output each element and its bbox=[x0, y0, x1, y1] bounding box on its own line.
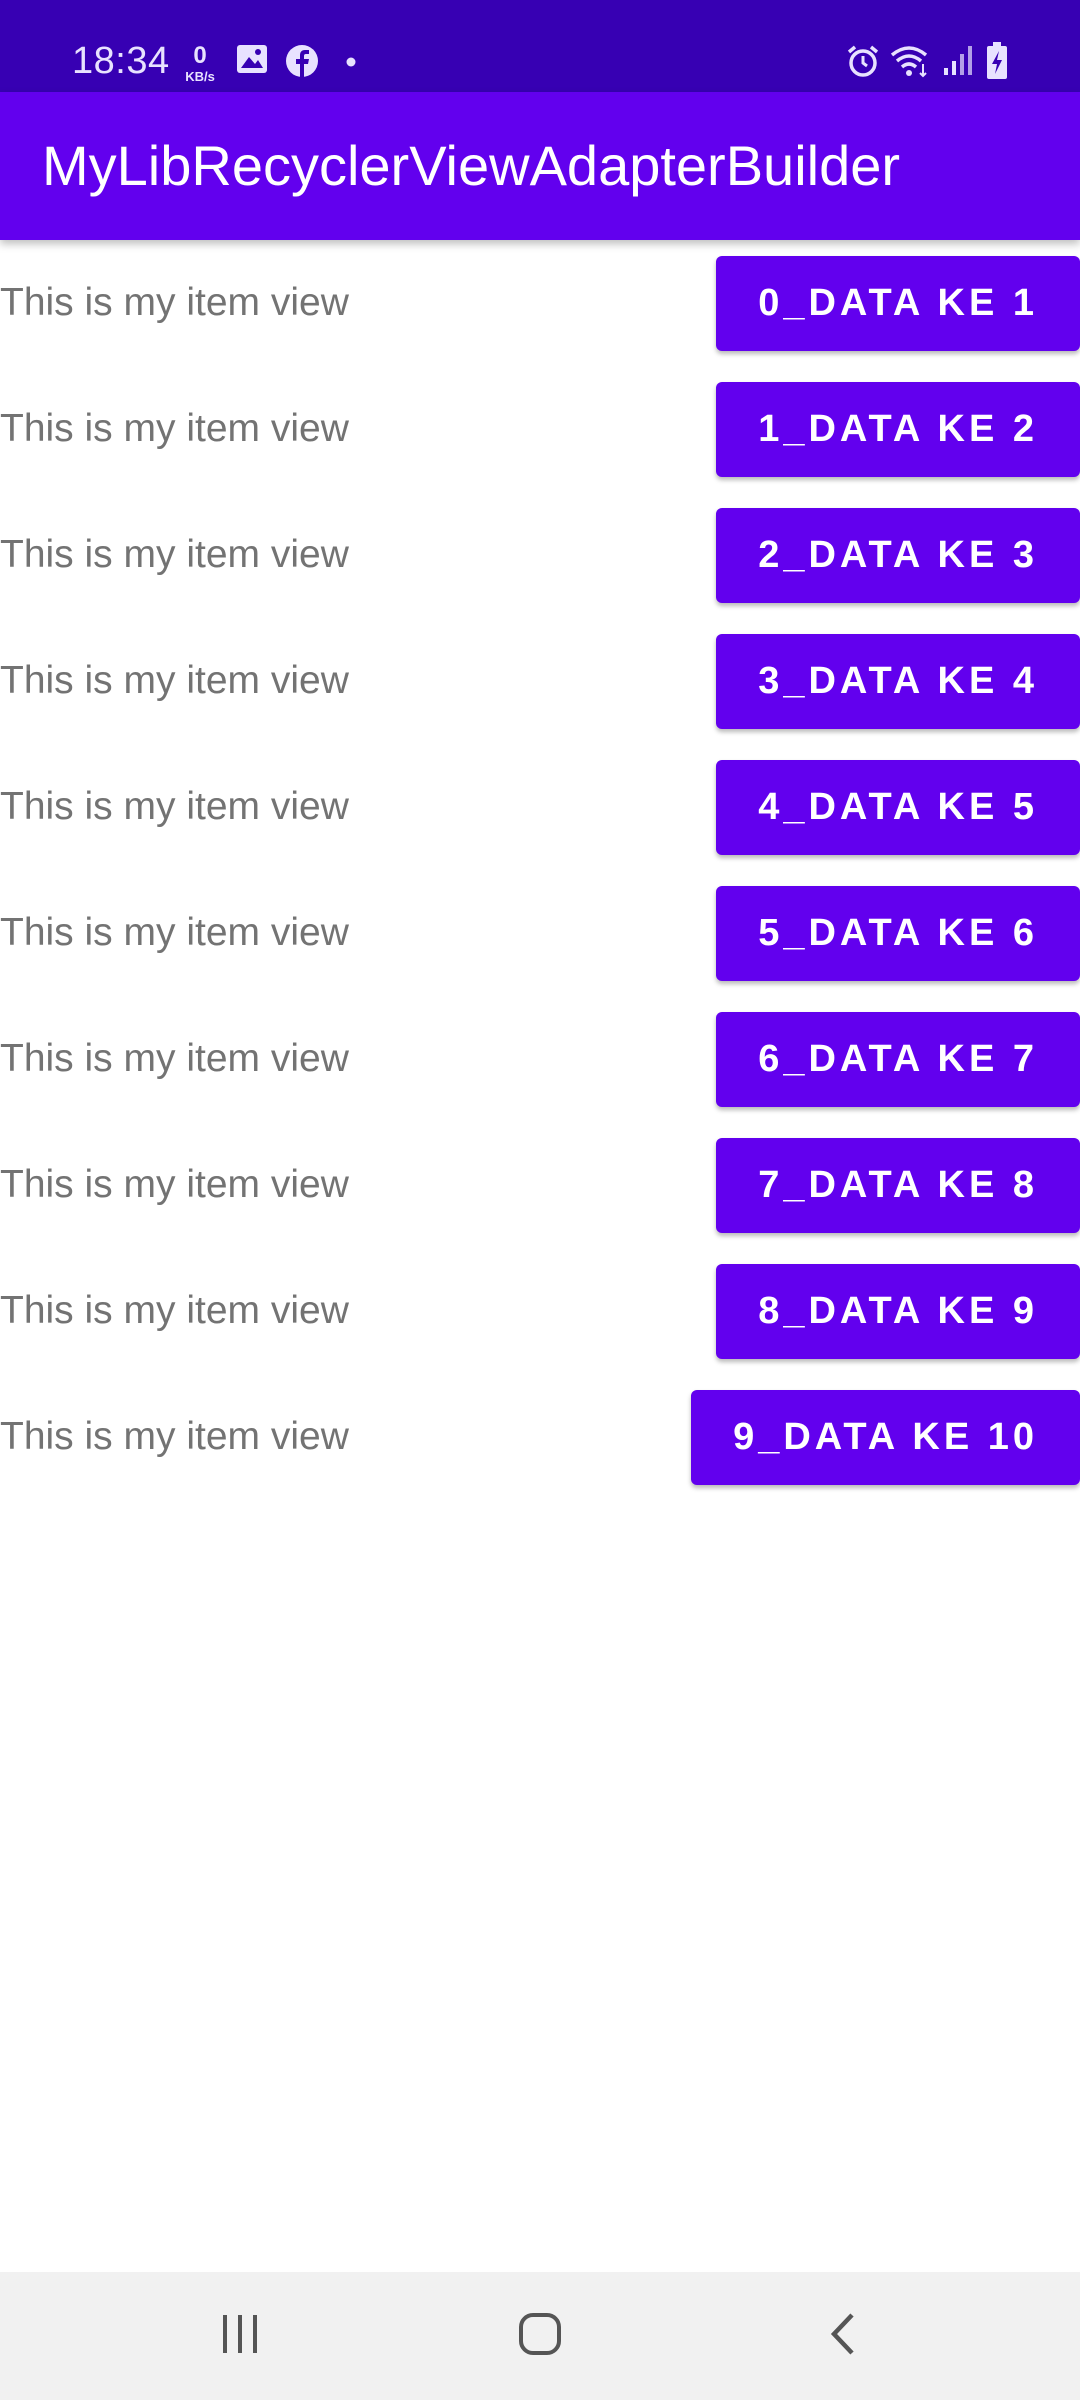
home-icon bbox=[518, 2312, 562, 2361]
app-title: MyLibRecyclerViewAdapterBuilder bbox=[42, 134, 901, 197]
item-label: This is my item view bbox=[0, 1289, 349, 1332]
alarm-icon bbox=[846, 44, 880, 78]
navigation-bar bbox=[0, 2272, 1080, 2400]
item-data-button[interactable]: 2_DATA KE 3 bbox=[716, 508, 1080, 603]
wifi-icon bbox=[890, 44, 932, 78]
item-label: This is my item view bbox=[0, 407, 349, 450]
item-data-button[interactable]: 9_DATA KE 10 bbox=[691, 1390, 1080, 1485]
list-item: This is my item view 6_DATA KE 7 bbox=[0, 996, 1080, 1122]
app-bar: MyLibRecyclerViewAdapterBuilder bbox=[0, 92, 1080, 240]
item-data-button[interactable]: 8_DATA KE 9 bbox=[716, 1264, 1080, 1359]
list-item: This is my item view 3_DATA KE 4 bbox=[0, 618, 1080, 744]
item-label: This is my item view bbox=[0, 659, 349, 702]
network-speed-value: 0 bbox=[193, 42, 207, 69]
gallery-icon bbox=[236, 44, 268, 74]
list-item: This is my item view 0_DATA KE 1 bbox=[0, 240, 1080, 366]
item-label: This is my item view bbox=[0, 1037, 349, 1080]
item-label: This is my item view bbox=[0, 1163, 349, 1206]
network-speed-unit: KB/s bbox=[185, 69, 215, 84]
back-icon bbox=[828, 2312, 858, 2361]
facebook-icon bbox=[285, 44, 319, 78]
notification-dot-icon bbox=[346, 57, 356, 67]
recycler-list[interactable]: This is my item view 0_DATA KE 1 This is… bbox=[0, 240, 1080, 1500]
item-data-button[interactable]: 0_DATA KE 1 bbox=[716, 256, 1080, 351]
status-time: 18:34 bbox=[72, 40, 170, 82]
signal-icon bbox=[943, 44, 973, 76]
item-data-button[interactable]: 6_DATA KE 7 bbox=[716, 1012, 1080, 1107]
battery-charging-icon bbox=[986, 42, 1008, 80]
home-button[interactable] bbox=[460, 2272, 620, 2400]
list-item: This is my item view 7_DATA KE 8 bbox=[0, 1122, 1080, 1248]
item-label: This is my item view bbox=[0, 911, 349, 954]
item-data-button[interactable]: 1_DATA KE 2 bbox=[716, 382, 1080, 477]
list-item: This is my item view 1_DATA KE 2 bbox=[0, 366, 1080, 492]
list-item: This is my item view 4_DATA KE 5 bbox=[0, 744, 1080, 870]
item-label: This is my item view bbox=[0, 1415, 349, 1458]
item-data-button[interactable]: 3_DATA KE 4 bbox=[716, 634, 1080, 729]
list-item: This is my item view 8_DATA KE 9 bbox=[0, 1248, 1080, 1374]
item-data-button[interactable]: 5_DATA KE 6 bbox=[716, 886, 1080, 981]
item-label: This is my item view bbox=[0, 785, 349, 828]
item-label: This is my item view bbox=[0, 281, 349, 324]
recent-apps-button[interactable] bbox=[160, 2272, 320, 2400]
list-item: This is my item view 5_DATA KE 6 bbox=[0, 870, 1080, 996]
item-label: This is my item view bbox=[0, 533, 349, 576]
status-bar: 18:34 0 KB/s bbox=[0, 0, 1080, 92]
item-data-button[interactable]: 4_DATA KE 5 bbox=[716, 760, 1080, 855]
item-data-button[interactable]: 7_DATA KE 8 bbox=[716, 1138, 1080, 1233]
list-item: This is my item view 2_DATA KE 3 bbox=[0, 492, 1080, 618]
back-button[interactable] bbox=[763, 2272, 923, 2400]
list-item: This is my item view 9_DATA KE 10 bbox=[0, 1374, 1080, 1500]
network-speed: 0 KB/s bbox=[178, 42, 222, 84]
recent-apps-icon bbox=[220, 2313, 260, 2360]
